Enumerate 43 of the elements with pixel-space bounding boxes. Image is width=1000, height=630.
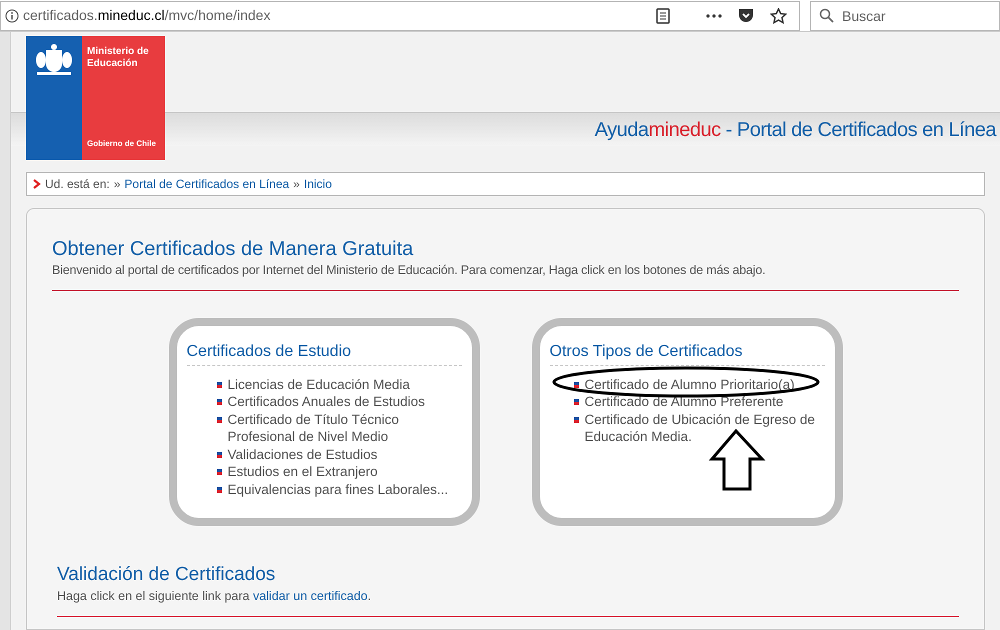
section-heading: Obtener Certificados de Manera Gratuita [52,237,414,261]
certificate-link[interactable]: Licencias de Educación Media [228,376,410,394]
section-heading: Validación de Certificados [57,562,276,587]
pocket-icon[interactable] [738,8,754,23]
url-text: certificados.mineduc.cl/mvc/home/index [23,6,270,25]
certificate-link[interactable]: Certificado de Ubicación de Egreso de Educación Media. [584,410,824,446]
government-name: Gobierno de Chile [87,138,157,150]
bullet-icon [574,416,578,423]
portal-title: Ayudamineduc - Portal de Certificados en Línea [594,118,996,142]
search-field[interactable]: Buscar [810,0,1000,30]
certificate-link[interactable]: Certificado de Alumno Preferente [584,393,784,411]
breadcrumb-label: Ud. está en: [45,176,110,193]
bullet-icon [574,382,578,388]
more-icon[interactable] [706,14,722,18]
validate-link[interactable]: validar un certificado [252,588,368,603]
bullet-icon [574,399,578,406]
breadcrumb-separator: » [293,176,300,193]
bullet-icon [216,469,222,476]
chevron-icon [33,179,41,189]
section-description: Bienvenido al portal de certificados por Internet del Ministerio de Educación. Para comenzar, Haga click en los botones de más abajo. [52,262,766,279]
bullet-icon [216,382,222,388]
address-bar[interactable]: certificados.mineduc.cl/mvc/home/index [0,0,800,30]
info-icon[interactable] [5,8,19,22]
star-icon[interactable] [770,8,787,24]
bullet-icon [216,416,222,423]
validation-text: Haga click en el siguiente link para validar un certificado. [57,588,372,605]
certificate-link[interactable]: Validaciones de Estudios [228,446,378,464]
card-title: Certificados de Estudio [186,340,462,366]
bullet-icon [216,399,222,406]
reader-view-icon[interactable] [656,8,670,24]
breadcrumb-link[interactable]: Inicio [304,175,332,193]
certificate-link[interactable]: Certificados Anuales de Estudios [228,393,425,411]
card-title: Otros Tipos de Certificados [550,340,824,366]
coat-of-arms-icon [33,42,75,78]
bullet-icon [216,452,222,458]
certificate-link[interactable]: Estudios en el Extranjero [228,463,378,481]
certificate-link[interactable]: Equivalencias para fines Laborales... [228,480,448,498]
bullet-icon [216,486,222,493]
certificate-link[interactable]: Certificado de Título Técnico Profesional de Nivel Medio [228,410,462,446]
search-icon [819,8,834,22]
breadcrumb-separator: » [114,176,120,193]
breadcrumb-link[interactable]: Portal de Certificados en Línea [124,175,290,193]
ministry-name: Ministerio de Educación [87,46,150,70]
